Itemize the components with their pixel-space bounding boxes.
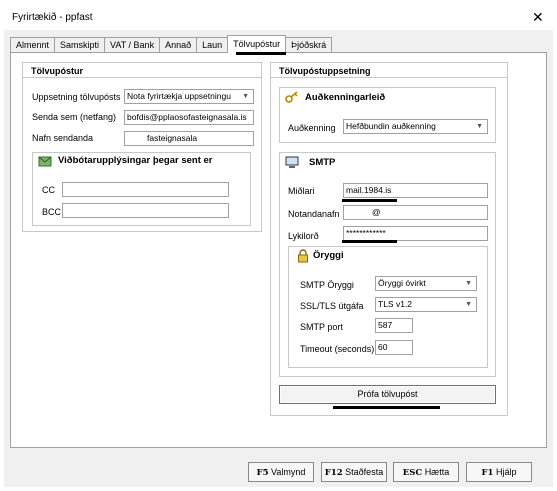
menu-button[interactable]: F5 Valmynd xyxy=(248,462,314,482)
sender-name-input[interactable]: fasteignasala xyxy=(124,131,254,146)
send-as-input[interactable]: bofdis@pplaosofasteignasala.is xyxy=(124,110,254,125)
chevron-down-icon: ▼ xyxy=(465,301,472,308)
help-button[interactable]: F1 Hjálp xyxy=(466,462,532,482)
help-button-label: Hjálp xyxy=(495,467,517,477)
f5-key: F5 xyxy=(256,468,269,478)
auth-label: Auðkenning xyxy=(288,123,336,133)
tab-strip: Almennt Samskipti VAT / Bank Annað Laun … xyxy=(10,35,333,53)
title-bar: Fyrirtækið - ppfast ✕ xyxy=(0,0,557,30)
security-title: Öryggi xyxy=(313,250,344,261)
timeout-label: Timeout (seconds) xyxy=(300,344,375,354)
extra-info-title: Viðbótarupplýsingar þegar sent er xyxy=(58,155,213,166)
tls-dropdown[interactable]: TLS v1.2 ▼ xyxy=(375,297,477,312)
smtp-title: SMTP xyxy=(309,157,336,168)
smtp-security-dropdown[interactable]: Öryggi óvirkt ▼ xyxy=(375,276,477,291)
auth-dropdown[interactable]: Hefðbundin auðkenning ▼ xyxy=(343,119,488,134)
tab-laun[interactable]: Laun xyxy=(196,37,229,53)
email-setup-title: Tölvupóstuppsetning xyxy=(271,63,507,78)
cancel-button-label: Hætta xyxy=(424,467,450,477)
tab-annad[interactable]: Annað xyxy=(159,37,198,53)
confirm-button-label: Staðfesta xyxy=(345,467,384,477)
smtp-security-value: Öryggi óvirkt xyxy=(378,278,426,288)
menu-button-label: Valmynd xyxy=(271,467,306,477)
esc-key: ESC xyxy=(402,468,423,478)
setup-dropdown-value: Nota fyrirtækja uppsetningu xyxy=(127,91,231,101)
tab-almennt[interactable]: Almennt xyxy=(10,37,56,53)
password-underline-mark xyxy=(342,240,397,243)
send-as-value: bofdis@pplaosofasteignasala.is xyxy=(127,112,247,122)
setup-label: Uppsetning tölvupósts xyxy=(32,92,121,102)
bcc-input[interactable] xyxy=(62,203,229,218)
password-label: Lykilorð xyxy=(288,231,319,241)
key-icon xyxy=(285,90,299,104)
tls-label: SSL/TLS útgáfa xyxy=(300,301,364,311)
server-label: Miðlari xyxy=(288,186,315,196)
window-title: Fyrirtækið - ppfast xyxy=(12,12,93,23)
tab-vat-bank[interactable]: VAT / Bank xyxy=(104,37,161,53)
chevron-down-icon: ▼ xyxy=(465,280,472,287)
setup-dropdown[interactable]: Nota fyrirtækja uppsetningu ▼ xyxy=(124,89,254,104)
port-value: 587 xyxy=(378,320,393,330)
tab-thjodskra[interactable]: Þjóðskrá xyxy=(285,37,333,53)
f1-key: F1 xyxy=(481,468,494,478)
computer-icon xyxy=(285,155,299,169)
bcc-label: BCC xyxy=(42,207,62,217)
server-input[interactable]: mail.1984.is xyxy=(343,183,488,198)
cancel-button[interactable]: ESC Hætta xyxy=(393,462,459,482)
lock-icon xyxy=(296,249,310,263)
tab-underline-mark xyxy=(236,52,286,55)
port-input[interactable]: 587 xyxy=(375,318,413,333)
tls-value: TLS v1.2 xyxy=(378,299,413,309)
auth-title: Auðkenningarleið xyxy=(305,92,386,103)
confirm-button[interactable]: F12 Staðfesta xyxy=(321,462,387,482)
cc-input[interactable] xyxy=(62,182,229,197)
f12-key: F12 xyxy=(324,468,343,478)
port-label: SMTP port xyxy=(300,322,343,332)
email-group-title: Tölvupóstur xyxy=(23,63,261,78)
sender-name-label: Nafn sendanda xyxy=(32,133,94,143)
username-input[interactable]: @ xyxy=(343,205,488,220)
tab-samskipti[interactable]: Samskipti xyxy=(54,37,106,53)
server-value: mail.1984.is xyxy=(346,185,392,195)
password-input[interactable]: ************ xyxy=(343,226,488,241)
test-email-button[interactable]: Prófa tölvupóst xyxy=(279,385,496,404)
timeout-value: 60 xyxy=(378,342,388,352)
username-label: Notandanafn xyxy=(288,209,340,219)
password-value: ************ xyxy=(346,228,386,238)
auth-dropdown-value: Hefðbundin auðkenning xyxy=(346,121,436,131)
send-as-label: Senda sem (netfang) xyxy=(32,112,117,122)
username-value: @ xyxy=(372,207,381,217)
close-icon[interactable]: ✕ xyxy=(532,10,544,24)
sender-name-value: fasteignasala xyxy=(147,133,198,143)
server-underline-mark xyxy=(342,199,397,202)
cc-label: CC xyxy=(42,185,55,195)
chevron-down-icon: ▼ xyxy=(476,123,483,130)
test-button-underline-mark xyxy=(333,406,440,409)
envelope-icon xyxy=(38,154,52,168)
smtp-security-label: SMTP Öryggi xyxy=(300,280,354,290)
chevron-down-icon: ▼ xyxy=(242,93,249,100)
tab-tolvupostur[interactable]: Tölvupóstur xyxy=(227,35,287,53)
timeout-input[interactable]: 60 xyxy=(375,340,413,355)
